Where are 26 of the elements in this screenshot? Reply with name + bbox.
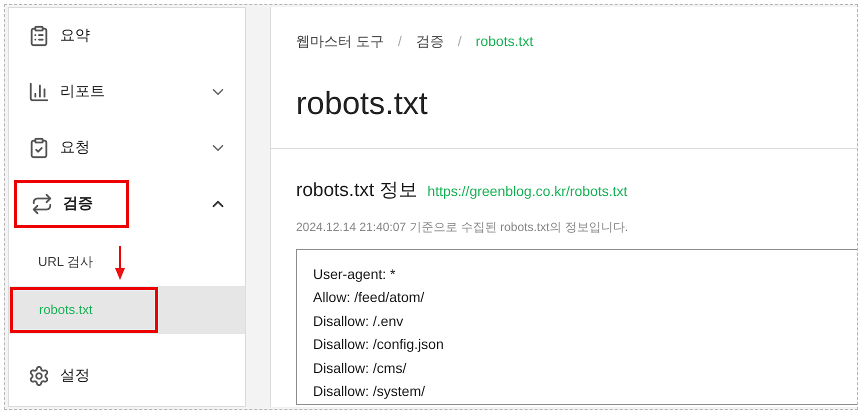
nav-subitem[interactable]: URL 검사: [38, 247, 94, 277]
nav-item[interactable]: 검증: [14, 180, 129, 228]
robots-line: Allow: /feed/atom/: [313, 288, 426, 307]
nav-item[interactable]: 설정: [14, 352, 90, 400]
robots-line: User-agent: *: [313, 264, 396, 284]
gear-icon: [28, 365, 50, 387]
robots-line: Disallow: /config.json: [313, 335, 445, 354]
breadcrumb-separator: /: [398, 32, 402, 51]
repeat-icon: [31, 193, 53, 215]
robots-line: Disallow: /system/: [313, 382, 426, 401]
nav-item[interactable]: 요청: [14, 124, 90, 172]
highlight-frame: robots.txt: [10, 287, 158, 333]
breadcrumb-link[interactable]: 검증: [416, 31, 444, 52]
clipboard-icon: [28, 25, 50, 47]
breadcrumb-separator: /: [458, 32, 462, 51]
collected-caption: 2024.12.14 21:40:07 기준으로 수집된 robots.txt의 정보입니다.: [295, 218, 630, 236]
nav-item[interactable]: 리포트: [14, 68, 105, 116]
page-title: robots.txt: [295, 84, 429, 123]
nav-item[interactable]: 요약: [14, 12, 90, 60]
bar-chart-icon: [28, 81, 50, 103]
section-heading: robots.txt 정보: [296, 179, 418, 203]
breadcrumb-link[interactable]: 웹마스터 도구: [296, 31, 384, 52]
clipboard-check-icon: [28, 137, 50, 159]
annotation-arrow: [115, 246, 126, 280]
robots-line: Disallow: /.env: [313, 312, 404, 330]
robots-line: Disallow: /cms/: [313, 358, 408, 378]
